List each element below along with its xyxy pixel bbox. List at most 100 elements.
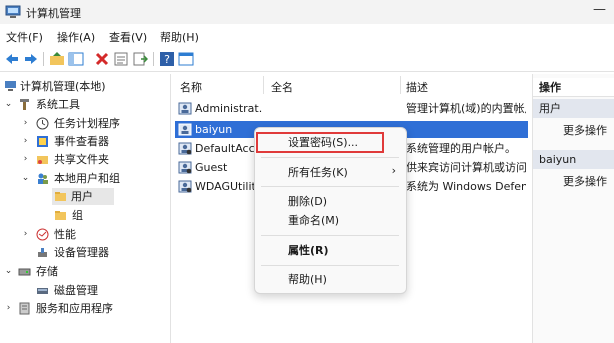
toolbar-separator [153, 52, 154, 66]
help-icon[interactable]: ? [159, 51, 175, 67]
tree-item-root[interactable]: 计算机管理(本地) [0, 78, 170, 95]
tree-label: 服务和应用程序 [36, 302, 113, 315]
menu-action[interactable]: 操作(A) [57, 29, 95, 45]
user-description: 供来宾访问计算机或访问域 [406, 161, 526, 174]
user-disabled-icon [178, 161, 192, 174]
menu-separator [261, 186, 399, 187]
tree-item-device-manager[interactable]: 设备管理器 [0, 244, 170, 261]
toolbar-separator [43, 52, 44, 66]
folder-icon [55, 211, 66, 220]
user-disabled-icon [178, 142, 192, 155]
window-title: 计算机管理 [26, 7, 81, 20]
chevron-right-icon[interactable]: › [21, 151, 30, 168]
chevron-right-icon[interactable]: › [21, 133, 30, 150]
column-header-name[interactable]: 名称 [180, 79, 202, 95]
more-actions-link[interactable]: 更多操作 [563, 121, 614, 140]
menu-file[interactable]: 文件(F) [6, 29, 43, 45]
chevron-down-icon[interactable]: ⌄ [21, 170, 30, 187]
tree-item-services-apps[interactable]: › 服务和应用程序 [0, 300, 170, 317]
menu-bar: 文件(F) 操作(A) 查看(V) 帮助(H) [0, 26, 614, 46]
user-name: baiyun [195, 123, 233, 136]
tree-item-disk-management[interactable]: 磁盘管理 [0, 282, 170, 299]
tree-item-task-scheduler[interactable]: › 任务计划程序 [0, 115, 170, 132]
user-name: DefaultAcc... [195, 142, 263, 155]
back-icon[interactable] [4, 51, 20, 67]
tree-label: 性能 [54, 228, 76, 241]
up-folder-icon[interactable] [49, 51, 65, 67]
tree-item-system-tools[interactable]: ⌄ 系统工具 [0, 96, 170, 113]
chevron-right-icon[interactable]: › [21, 115, 30, 132]
tree-item-users[interactable]: 用户 [52, 188, 114, 205]
users-group-icon [38, 173, 48, 184]
tree-label: 计算机管理(本地) [20, 80, 106, 93]
tree-label: 用户 [71, 190, 93, 203]
svg-text:?: ? [164, 53, 170, 66]
list-row-administrator[interactable]: Administrat... 管理计算机(域)的内置帐户 [175, 100, 528, 117]
column-header-fullname[interactable]: 全名 [271, 79, 293, 95]
event-viewer-icon [37, 136, 48, 147]
show-hide-tree-icon[interactable] [68, 51, 84, 67]
menu-item-properties[interactable]: 属性(R) [288, 242, 329, 260]
navigation-tree: 计算机管理(本地) ⌄ 系统工具 › 任务计划程序 › 事件查看器 › 共享文件… [0, 74, 171, 343]
clock-icon [36, 117, 49, 130]
actions-title: 操作 [533, 78, 614, 97]
export-list-icon[interactable] [132, 51, 148, 67]
actions-pane: 操作 用户 更多操作 baiyun 更多操作 [532, 74, 614, 343]
menu-item-all-tasks[interactable]: 所有任务(K) [288, 164, 348, 182]
tree-label: 磁盘管理 [54, 284, 98, 297]
user-disabled-icon [178, 180, 192, 193]
column-divider[interactable] [263, 76, 264, 94]
performance-icon [36, 228, 49, 241]
chevron-down-icon[interactable]: ⌄ [4, 263, 13, 280]
console-icon[interactable] [178, 51, 194, 67]
user-description: 系统为 Windows Defender [406, 180, 526, 193]
menu-item-delete[interactable]: 删除(D) [288, 193, 327, 211]
services-icon [19, 302, 30, 315]
chevron-down-icon[interactable]: ⌄ [4, 96, 13, 113]
user-name: WDAGUtilit... [195, 180, 263, 193]
tree-label: 组 [72, 209, 83, 222]
user-name: Guest [195, 161, 228, 174]
user-name: Administrat... [195, 102, 263, 115]
tree-item-local-users-groups[interactable]: ⌄ 本地用户和组 [0, 170, 170, 187]
disk-icon [37, 288, 48, 294]
tree-item-groups[interactable]: 组 [0, 207, 170, 224]
actions-section-baiyun[interactable]: baiyun [533, 150, 614, 169]
user-description: 系统管理的用户帐户。 [406, 142, 516, 155]
actions-section-users[interactable]: 用户 [533, 99, 614, 118]
shared-folder-icon [37, 156, 48, 164]
tree-label: 共享文件夹 [54, 153, 109, 166]
menu-item-rename[interactable]: 重命名(M) [288, 212, 339, 230]
chevron-right-icon[interactable]: › [4, 300, 13, 317]
tree-item-shared-folders[interactable]: › 共享文件夹 [0, 151, 170, 168]
tree-label: 本地用户和组 [54, 172, 120, 185]
tree-label: 事件查看器 [54, 135, 109, 148]
tree-label: 系统工具 [36, 98, 80, 111]
tree-item-storage[interactable]: ⌄ 存储 [0, 263, 170, 280]
tree-label: 任务计划程序 [54, 117, 120, 130]
tools-icon [20, 99, 29, 110]
title-bar: 计算机管理 — [0, 0, 614, 24]
menu-separator [261, 265, 399, 266]
toolbar: ? [0, 47, 614, 72]
minimize-button[interactable]: — [593, 2, 606, 17]
storage-icon [18, 268, 31, 276]
tree-item-event-viewer[interactable]: › 事件查看器 [0, 133, 170, 150]
properties-icon[interactable] [113, 51, 129, 67]
menu-view[interactable]: 查看(V) [109, 29, 147, 45]
delete-icon[interactable] [94, 51, 110, 67]
menu-separator [261, 157, 399, 158]
device-manager-icon [38, 248, 47, 257]
chevron-right-icon[interactable]: › [21, 226, 30, 243]
column-header-description[interactable]: 描述 [406, 79, 428, 95]
user-description: 管理计算机(域)的内置帐户 [406, 102, 526, 115]
menu-help[interactable]: 帮助(H) [160, 29, 199, 45]
column-divider[interactable] [400, 76, 401, 94]
user-icon [178, 102, 192, 115]
user-icon [178, 123, 192, 136]
computer-management-icon [5, 5, 21, 18]
tree-item-performance[interactable]: › 性能 [0, 226, 170, 243]
forward-icon[interactable] [23, 51, 39, 67]
more-actions-link[interactable]: 更多操作 [563, 172, 614, 191]
menu-item-help[interactable]: 帮助(H) [288, 271, 327, 289]
